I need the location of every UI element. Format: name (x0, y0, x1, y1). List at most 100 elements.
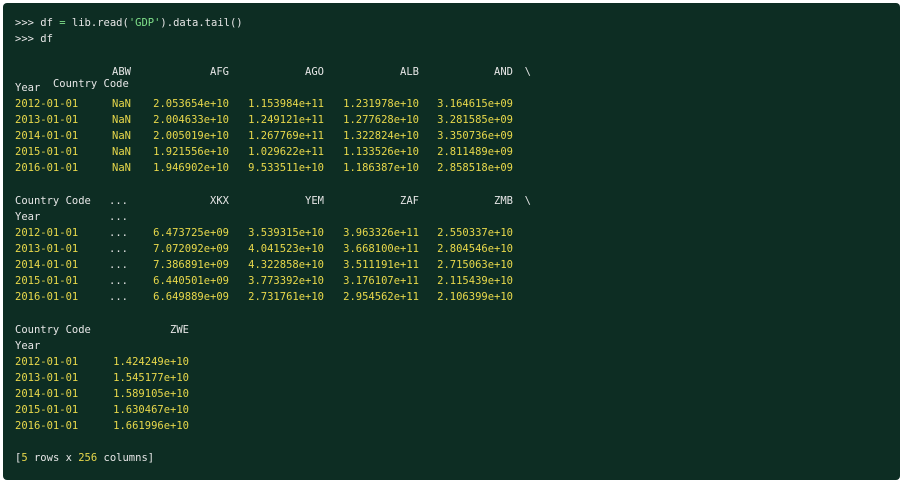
table-cell: 1.133526e+10 (343, 146, 419, 158)
ellipsis: ... (109, 291, 128, 303)
table-cell: 1.277628e+10 (343, 114, 419, 126)
row-index: 2013-01-01 (15, 243, 79, 255)
prompt-symbol: >>> (15, 33, 41, 45)
table-cell: 3.511191e+11 (343, 259, 419, 271)
table-cell: 1.589105e+10 (113, 388, 189, 400)
row-index: 2014-01-01 (15, 130, 79, 142)
table-cell: 2.858518e+09 (437, 162, 513, 174)
table-cell: 1.231978e+10 (343, 98, 419, 110)
table-cell: 3.176107e+11 (343, 275, 419, 287)
table-cell: 3.539315e+10 (248, 227, 324, 239)
column-header: AFG (210, 66, 229, 78)
table-cell: 1.153984e+11 (248, 98, 324, 110)
table-cell: 2.106399e+10 (437, 291, 513, 303)
table-cell: NaN (112, 98, 131, 110)
column-header: ZAF (400, 195, 419, 207)
table-cell: 2.715063e+10 (437, 259, 513, 271)
column-header: ABW (112, 66, 131, 78)
table-cell: NaN (112, 114, 131, 126)
row-index: 2014-01-01 (15, 388, 79, 400)
terminal-window: >>> df = lib.read('GDP').data.tail() >>>… (3, 3, 900, 480)
table-cell: NaN (112, 130, 131, 142)
table-cell: 6.440501e+09 (153, 275, 229, 287)
ellipsis: ... (109, 227, 128, 239)
table-cell: 2.804546e+10 (437, 243, 513, 255)
summary-text: rows x (27, 452, 79, 464)
table-cell: 6.649889e+09 (153, 291, 229, 303)
table-cell: 3.668100e+11 (343, 243, 419, 255)
table-cell: 1.545177e+10 (113, 372, 189, 384)
index-name: Year (15, 82, 41, 94)
column-header: ZWE (170, 324, 189, 336)
table-cell: 1.946902e+10 (153, 162, 229, 174)
table-cell: 3.350736e+09 (437, 130, 513, 142)
table-cell: 2.115439e+10 (437, 275, 513, 287)
line-continuation: \ (524, 195, 531, 207)
column-header: YEM (305, 195, 324, 207)
table-cell: 1.661996e+10 (113, 420, 189, 432)
table-cell: 1.424249e+10 (113, 356, 189, 368)
row-index: 2012-01-01 (15, 227, 79, 239)
code-string: 'GDP' (128, 17, 161, 29)
table-cell: 1.267769e+11 (248, 130, 324, 142)
table-cell: 7.072092e+09 (153, 243, 229, 255)
ellipsis: ... (109, 259, 128, 271)
line-continuation: \ (524, 66, 531, 78)
column-header: XKX (210, 195, 229, 207)
table-cell: 9.533511e+10 (248, 162, 324, 174)
table-cell: 4.041523e+10 (248, 243, 324, 255)
table-cell: NaN (112, 146, 131, 158)
ellipsis: ... (109, 243, 128, 255)
table-cell: 7.386891e+09 (153, 259, 229, 271)
table-cell: NaN (112, 162, 131, 174)
table-cell: 3.164615e+09 (437, 98, 513, 110)
row-index: 2016-01-01 (15, 420, 79, 432)
index-name: Year (15, 340, 41, 352)
row-index: 2013-01-01 (15, 372, 79, 384)
dataframe-shape-summary: [5 rows x 256 columns] (15, 452, 154, 464)
row-index: 2015-01-01 (15, 146, 79, 158)
column-header: ZMB (494, 195, 513, 207)
summary-text: columns] (97, 452, 155, 464)
header-label: Country Code (52, 78, 129, 90)
row-index: 2016-01-01 (15, 162, 79, 174)
row-index: 2014-01-01 (15, 259, 79, 271)
index-name: Year (15, 211, 41, 223)
table-cell: 1.630467e+10 (113, 404, 189, 416)
table-cell: 1.322824e+10 (343, 130, 419, 142)
row-index: 2013-01-01 (15, 114, 79, 126)
code-var: df (40, 17, 60, 29)
column-header: ... (109, 195, 128, 207)
row-index: 2012-01-01 (15, 98, 79, 110)
table-cell: 1.029622e+11 (248, 146, 324, 158)
code-call-tail: ).data.tail() (160, 17, 243, 29)
column-header: AGO (305, 66, 324, 78)
table-cell: 1.249121e+11 (248, 114, 324, 126)
row-index: 2016-01-01 (15, 291, 79, 303)
table-cell: 2.731761e+10 (248, 291, 324, 303)
row-index: 2015-01-01 (15, 404, 79, 416)
table-cell: 1.921556e+10 (153, 146, 229, 158)
table-cell: 2.550337e+10 (437, 227, 513, 239)
prompt-symbol: >>> (15, 17, 41, 29)
table-cell: 3.963326e+11 (343, 227, 419, 239)
code-var: df (40, 33, 53, 45)
ellipsis: ... (109, 211, 128, 223)
prompt-line-1: >>> df = lib.read('GDP').data.tail() (15, 17, 243, 29)
table-cell: 2.053654e+10 (153, 98, 229, 110)
code-call: lib.read( (65, 17, 129, 29)
table-cell: 3.281585e+09 (437, 114, 513, 126)
table-cell: 4.322858e+10 (248, 259, 324, 271)
header-label: Country Code (15, 195, 91, 207)
header-label: Country Code (15, 324, 91, 336)
table-cell: 6.473725e+09 (153, 227, 229, 239)
table-cell: 2.004633e+10 (153, 114, 229, 126)
column-count: 256 (78, 452, 98, 464)
ellipsis: ... (109, 275, 128, 287)
table-cell: 1.186387e+10 (343, 162, 419, 174)
column-header: AND (494, 66, 513, 78)
table-cell: 3.773392e+10 (248, 275, 324, 287)
table-cell: 2.954562e+11 (343, 291, 419, 303)
row-index: 2015-01-01 (15, 275, 79, 287)
row-index: 2012-01-01 (15, 356, 79, 368)
